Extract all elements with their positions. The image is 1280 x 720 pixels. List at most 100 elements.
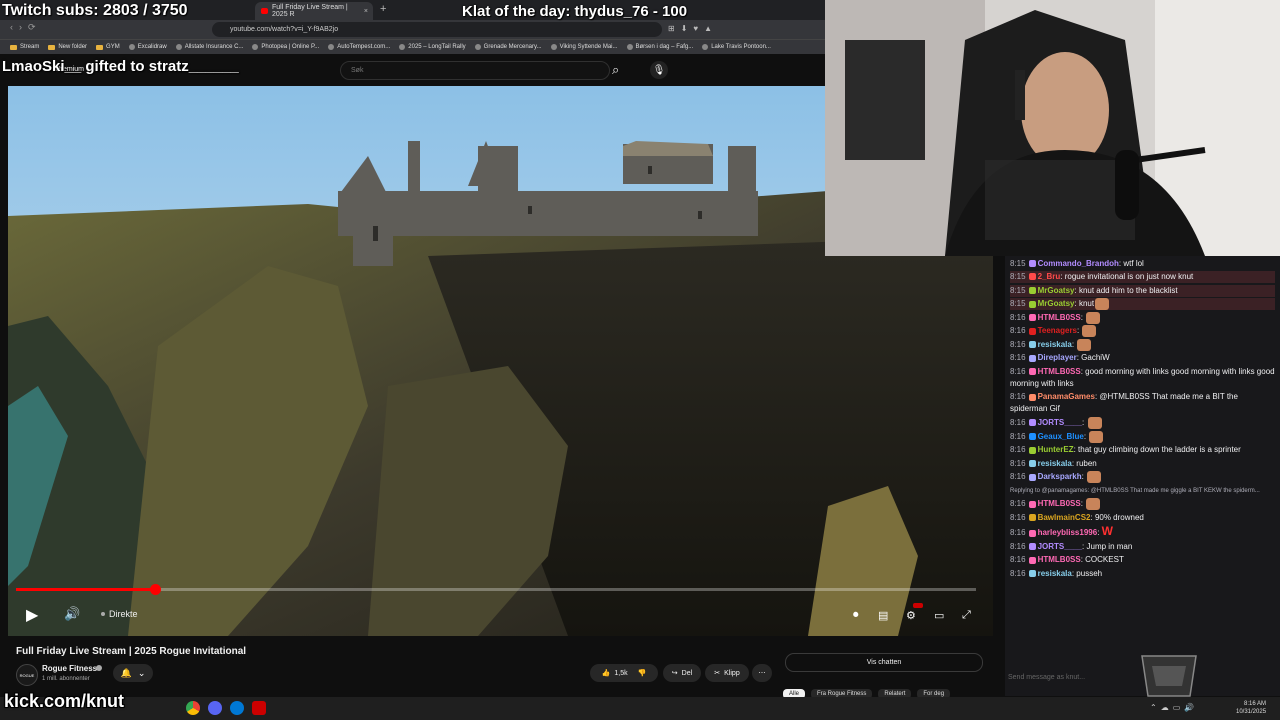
chat-username[interactable]: MrGoatsy <box>1038 299 1075 308</box>
chat-message[interactable]: 8:16 Teenagers: <box>1010 325 1275 338</box>
notification-bell-button[interactable]: 🔔 ⌄ <box>113 664 153 682</box>
share-button[interactable]: ↪ Del <box>663 664 701 682</box>
site-favicon-icon <box>128 44 135 50</box>
nav-buttons[interactable]: ‹›⟳ <box>10 22 42 33</box>
volume-icon[interactable]: 🔊 <box>64 606 80 622</box>
channel-name[interactable]: Rogue Fitness <box>42 664 97 673</box>
chat-message[interactable]: 8:16 resiskala: pusseh <box>1010 568 1275 580</box>
bookmark-item[interactable]: Børsen i dag – Fafg... <box>626 44 694 50</box>
chat-message[interactable]: 8:16 JORTS____: Jump in man <box>1010 541 1275 553</box>
discord-icon[interactable] <box>208 701 222 715</box>
chat-username[interactable]: 2_Bru <box>1038 272 1061 281</box>
chat-timestamp: 8:16 <box>1010 541 1026 551</box>
tab-close-icon[interactable]: × <box>364 8 368 15</box>
bookmark-item[interactable]: Grenade Mercenary... <box>474 44 542 50</box>
fullscreen-icon[interactable]: ⤢ <box>962 609 971 622</box>
bookmark-item[interactable]: AutoTempest.com... <box>328 44 390 50</box>
bookmark-item[interactable]: GYM <box>96 44 120 50</box>
chat-message[interactable]: 8:16 HTMLB0SS: <box>1010 498 1275 511</box>
chat-username[interactable]: Direplayer <box>1038 353 1077 362</box>
thumbs-down-icon[interactable]: 👎 <box>638 669 647 677</box>
bookmark-item[interactable]: Allstate Insurance C... <box>175 44 243 50</box>
chat-message[interactable]: 8:16 Direplayer: GachiW <box>1010 352 1275 364</box>
settings-gear-icon[interactable]: ⚙ <box>906 609 916 622</box>
like-dislike-button[interactable]: 👍 1,5k 👎 <box>590 664 658 682</box>
bookmark-item[interactable]: Lake Travis Pontoon... <box>702 44 771 50</box>
browser-toolbar-icons[interactable]: ⊞⬇♥▲ <box>668 24 718 33</box>
chat-username[interactable]: JORTS____ <box>1038 418 1082 427</box>
chat-message[interactable]: 8:16 Geaux_Blue: <box>1010 430 1275 443</box>
chat-message[interactable]: Replying to @panamagames: @HTMLB0SS That… <box>1010 485 1275 497</box>
chat-username[interactable]: BawlmainCS2 <box>1038 513 1091 522</box>
chat-message[interactable]: 8:16 BawlmainCS2: 90% drowned <box>1010 512 1275 524</box>
search-input[interactable]: Søk <box>340 61 610 80</box>
address-bar[interactable]: youtube.com/watch?v=i_Y-f9AB2jo <box>212 22 662 37</box>
app-icon[interactable] <box>252 701 266 715</box>
chat-message[interactable]: 8:16 harleybliss1996: W <box>1010 525 1275 539</box>
clip-button[interactable]: ✂ Klipp <box>705 664 749 682</box>
chat-message[interactable]: 8:16 resiskala: <box>1010 338 1275 351</box>
chat-message[interactable]: 8:16 PanamaGames: @HTMLB0SS That made me … <box>1010 391 1275 415</box>
webcam-feed <box>825 0 1280 256</box>
bookmark-item[interactable]: Photopea | Online P... <box>252 44 319 50</box>
share-label: Del <box>681 669 693 677</box>
chat-message[interactable]: 8:15 MrGoatsy: knut <box>1010 298 1275 311</box>
chat-username[interactable]: resiskala <box>1038 459 1072 468</box>
chat-username[interactable]: Teenagers <box>1038 326 1077 335</box>
bookmark-item[interactable]: Viking Syttende Mai... <box>550 44 618 50</box>
bookmark-item[interactable]: New folder <box>48 44 87 50</box>
bookmark-item[interactable]: Stream <box>10 44 39 50</box>
chat-username[interactable]: JORTS____ <box>1038 542 1082 551</box>
system-tray-icons[interactable]: ⌃☁▭🔊 <box>1150 703 1198 712</box>
bookmark-label: Lake Travis Pontoon... <box>711 44 771 50</box>
chat-username[interactable]: harleybliss1996 <box>1038 528 1098 537</box>
bookmark-label: Børsen i dag – Fafg... <box>635 44 694 50</box>
chat-username[interactable]: HTMLB0SS <box>1038 313 1081 322</box>
search-icon[interactable]: ⌕ <box>612 62 619 78</box>
show-chat-button[interactable]: Vis chatten <box>785 653 983 672</box>
microphone-icon[interactable]: 🎙 <box>650 61 668 79</box>
chat-message[interactable]: 8:16 HTMLB0SS: COCKEST <box>1010 554 1275 566</box>
browser-tab-active[interactable]: Full Friday Live Stream | 2025 R × <box>255 2 373 20</box>
bookmarks-bar: Stream New folder GYM Excalidraw Allstate In… <box>0 39 825 54</box>
subtitles-icon[interactable]: ▤ <box>878 609 888 622</box>
chat-message[interactable]: 8:16 Darksparkh: <box>1010 471 1275 484</box>
bookmark-item[interactable]: 2025 – LongTail Rally <box>399 44 466 50</box>
autoplay-toggle[interactable]: ⏺ <box>853 609 859 622</box>
theater-mode-icon[interactable]: ▭ <box>934 609 944 622</box>
chat-message[interactable]: 8:16 resiskala: ruben <box>1010 458 1275 470</box>
edge-icon[interactable] <box>230 701 244 715</box>
chat-username[interactable]: HTMLB0SS <box>1038 367 1081 376</box>
chrome-icon[interactable] <box>186 701 200 715</box>
chat-username[interactable]: HTMLB0SS <box>1038 555 1081 564</box>
chat-username[interactable]: resiskala <box>1038 569 1072 578</box>
chat-username[interactable]: HTMLB0SS <box>1038 499 1081 508</box>
chat-message[interactable]: 8:15 2_Bru: rogue invitational is on just… <box>1010 271 1275 283</box>
chat-username[interactable]: MrGoatsy <box>1038 286 1075 295</box>
video-title: Full Friday Live Stream | 2025 Rogue Inv… <box>16 646 247 657</box>
more-actions-button[interactable]: ⋯ <box>752 664 772 682</box>
chat-username[interactable]: Commando_Brandoh <box>1038 259 1119 268</box>
channel-avatar[interactable]: ROGUE <box>16 664 38 686</box>
chat-message[interactable]: 8:16 HunterEZ: that guy climbing down the… <box>1010 444 1275 456</box>
clock[interactable]: 8:16 AM 10/31/2025 <box>1236 700 1266 716</box>
chat-badge-icon <box>1028 514 1036 522</box>
new-tab-button[interactable]: + <box>380 3 386 15</box>
clock-date: 10/31/2025 <box>1236 709 1267 715</box>
chat-username[interactable]: Darksparkh <box>1038 472 1082 481</box>
thumbs-up-icon: 👍 <box>601 670 611 677</box>
chat-username[interactable]: PanamaGames <box>1038 392 1095 401</box>
live-label[interactable]: Direkte <box>101 609 138 619</box>
bookmark-item[interactable]: Excalidraw <box>128 44 167 50</box>
chat-username[interactable]: Geaux_Blue <box>1038 432 1084 441</box>
chat-username[interactable]: resiskala <box>1038 340 1072 349</box>
chat-message[interactable]: 8:16 JORTS____: <box>1010 416 1275 429</box>
chat-message[interactable]: 8:15 MrGoatsy: knut add him to the blackl… <box>1010 284 1275 297</box>
play-button[interactable]: ▶ <box>26 605 38 625</box>
chat-username[interactable]: HunterEZ <box>1038 445 1074 454</box>
chat-messages: 8:15 Commando_Brandoh: wtf lol 8:15 2_Bru: … <box>1010 256 1275 581</box>
chat-badge-icon <box>1028 314 1036 322</box>
chat-message[interactable]: 8:16 HTMLB0SS: <box>1010 311 1275 324</box>
chat-message[interactable]: 8:16 HTMLB0SS: good morning with links go… <box>1010 366 1275 390</box>
chat-message[interactable]: 8:15 Commando_Brandoh: wtf lol <box>1010 258 1275 270</box>
